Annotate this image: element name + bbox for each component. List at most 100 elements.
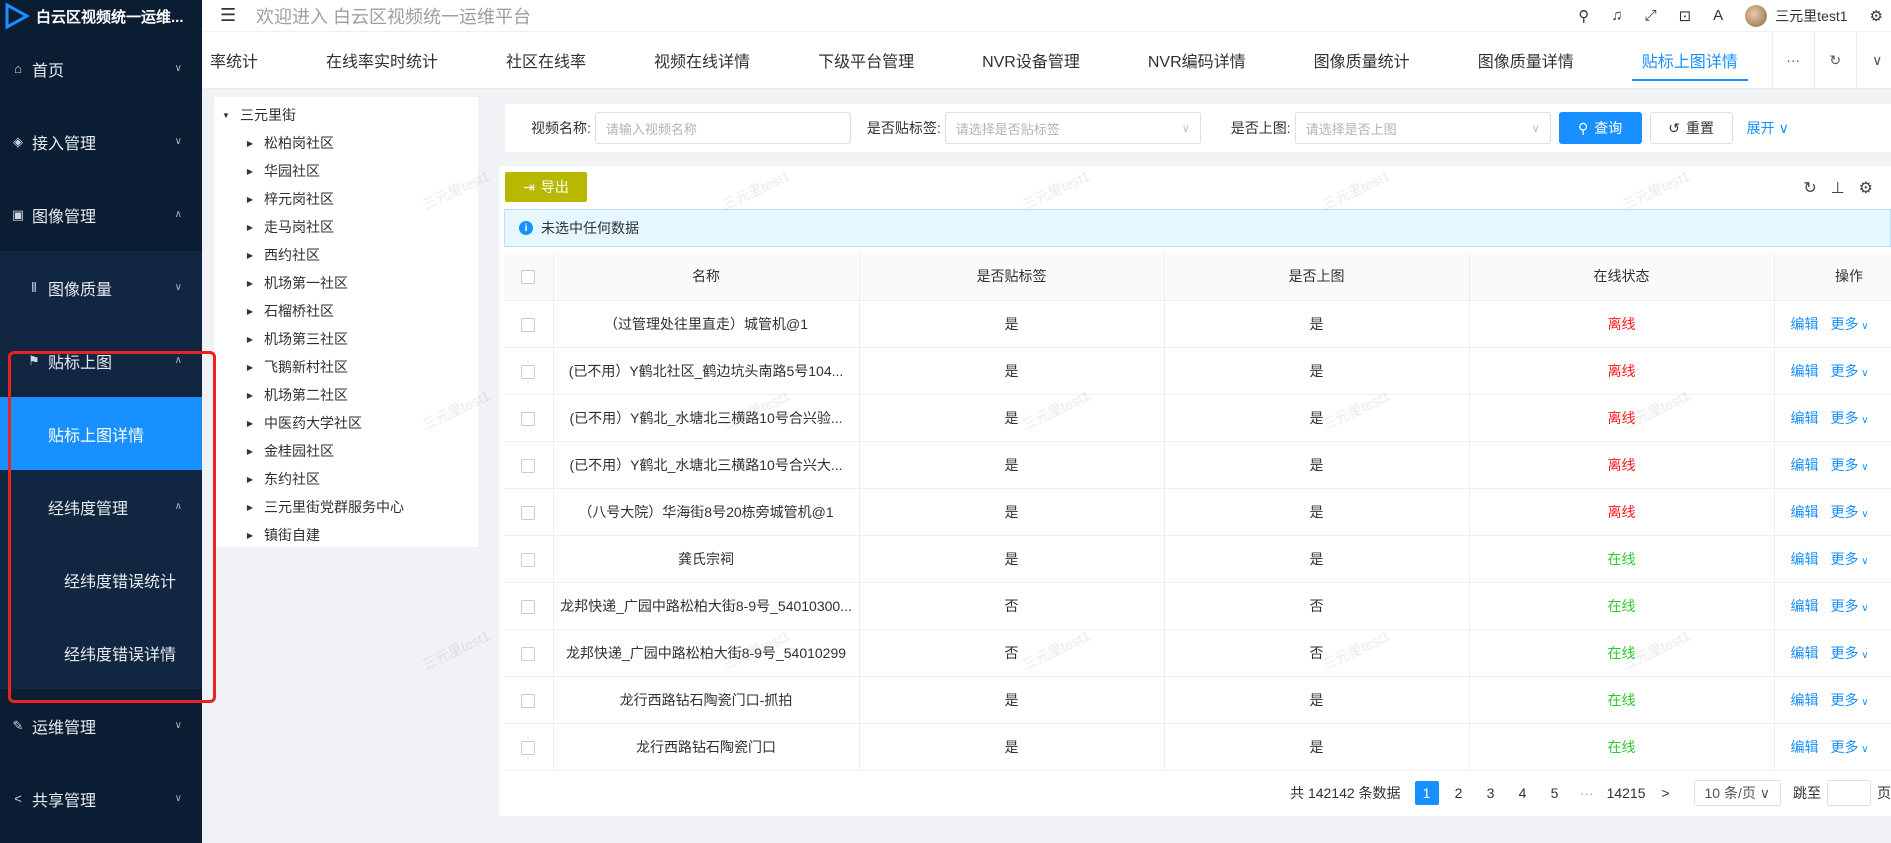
sidebar-item-image-quality[interactable]: ⦀ 图像质量 ∨ [0,251,202,324]
tree-node[interactable]: ▶ 东约社区 [214,465,478,493]
sidebar-item-latlng-mgmt[interactable]: 经纬度管理 ∧ [0,470,202,543]
gear-icon[interactable]: ⚙ [1870,7,1883,25]
next-page-button[interactable]: > [1654,781,1678,805]
query-button[interactable]: ⚲ 查询 [1558,112,1642,144]
page-ellipsis[interactable]: ··· [1575,781,1599,805]
table-row[interactable]: 龙行西路钻石陶瓷门口-抓拍是是在线 编辑 更多 ∨ [504,676,1891,724]
sidebar-item-tag-map[interactable]: ⚑ 贴标上图 ∧ [0,324,202,397]
sidebar-item-share[interactable]: < 共享管理 ∨ [0,762,202,835]
settings-icon[interactable]: ⚙ [1859,178,1873,198]
row-checkbox-cell[interactable] [504,676,554,724]
tab-tag-map-detail[interactable]: 贴标上图详情 [1608,32,1772,88]
table-row[interactable]: (已不用）Y鹤北社区_鹤边坑头南路5号104... 是是离线 编辑 更多 ∨ [504,347,1891,395]
row-checkbox[interactable] [521,646,536,661]
sidebar-item-latlng-error-stats[interactable]: 经纬度错误统计 [0,543,202,616]
more-link[interactable]: 更多 ∨ [1831,502,1869,522]
sidebar-item-image-mgmt[interactable]: ▣ 图像管理 ∧ [0,178,202,251]
expand-link[interactable]: 展开 ∨ [1747,118,1789,138]
tree-node[interactable]: ▶ 中医药大学社区 [214,409,478,437]
table-row[interactable]: 龙邦快递_广园中路松柏大街8-9号_54010299 否否在线 编辑 更多 ∨ [504,629,1891,677]
row-checkbox-cell[interactable] [504,300,554,348]
edit-link[interactable]: 编辑 [1791,361,1819,381]
tree-node[interactable]: ▶ 走马岗社区 [214,213,478,241]
more-link[interactable]: 更多 ∨ [1831,596,1869,616]
edit-link[interactable]: 编辑 [1791,502,1819,522]
tree-node[interactable]: ▶ 镇街自建 [214,521,478,549]
lock-icon[interactable]: ⊡ [1679,7,1692,25]
page-2[interactable]: 2 [1447,781,1471,805]
translate-icon[interactable]: A [1713,7,1723,24]
reset-button[interactable]: ↺ 重置 [1649,112,1733,144]
tab-sub-platform[interactable]: 下级平台管理 [784,32,948,88]
tab-nvr-encoding[interactable]: NVR编码详情 [1114,32,1280,88]
row-checkbox[interactable] [521,740,536,755]
table-row[interactable]: (已不用）Y鹤北_水塘北三横路10号合兴验... 是是离线 编辑 更多 ∨ [504,394,1891,442]
row-checkbox-cell[interactable] [504,582,554,630]
tab-rate-stats[interactable]: 率统计 [202,32,292,88]
sidebar-item-ops[interactable]: ✎ 运维管理 ∨ [0,689,202,762]
refresh-icon[interactable]: ↻ [1813,32,1856,88]
tree-node[interactable]: ▶ 机场第一社区 [214,269,478,297]
tab-image-quality-stats[interactable]: 图像质量统计 [1280,32,1444,88]
row-checkbox-cell[interactable] [504,723,554,771]
row-checkbox-cell[interactable] [504,629,554,677]
search-icon[interactable]: ⚲ [1578,7,1589,25]
row-checkbox[interactable] [521,317,536,332]
tree-node[interactable]: ▶ 西约社区 [214,241,478,269]
edit-link[interactable]: 编辑 [1791,408,1819,428]
tag-select[interactable]: 请选择是否贴标签 ∨ [944,112,1201,144]
page-last[interactable]: 14215 [1607,781,1646,805]
row-checkbox-cell[interactable] [504,488,554,536]
table-row[interactable]: （八号大院）华海街8号20栋旁城管机@1 是是离线 编辑 更多 ∨ [504,488,1891,536]
more-link[interactable]: 更多 ∨ [1831,549,1869,569]
edit-link[interactable]: 编辑 [1791,596,1819,616]
table-row[interactable]: (已不用）Y鹤北_水塘北三横路10号合兴大... 是是离线 编辑 更多 ∨ [504,441,1891,489]
edit-link[interactable]: 编辑 [1791,455,1819,475]
menu-toggle-icon[interactable]: ☰ [220,5,242,26]
row-checkbox[interactable] [521,505,536,520]
tab-nvr-device[interactable]: NVR设备管理 [948,32,1114,88]
select-all-checkbox-cell[interactable] [504,253,554,301]
tree-node-root[interactable]: ▼ 三元里街 [214,101,478,129]
row-checkbox[interactable] [521,599,536,614]
row-checkbox[interactable] [521,458,536,473]
bell-icon[interactable]: ♫ [1611,7,1622,24]
tab-video-online-detail[interactable]: 视频在线详情 [620,32,784,88]
sidebar-item-latlng-error-detail[interactable]: 经纬度错误详情 [0,616,202,689]
tab-image-quality-detail[interactable]: 图像质量详情 [1444,32,1608,88]
map-select[interactable]: 请选择是否上图 ∨ [1294,112,1551,144]
page-size-select[interactable]: 10 条/页 ∨ [1693,780,1781,806]
fullscreen-icon[interactable]: ⤢ [1645,7,1657,24]
row-checkbox-cell[interactable] [504,441,554,489]
more-link[interactable]: 更多 ∨ [1831,314,1869,334]
tab-more-button[interactable]: ··· [1771,32,1814,88]
column-height-icon[interactable]: ⊥ [1831,178,1845,198]
export-button[interactable]: ⇥ 导出 [505,172,587,202]
page-5[interactable]: 5 [1543,781,1567,805]
tree-node[interactable]: ▶ 石榴桥社区 [214,297,478,325]
row-checkbox-cell[interactable] [504,347,554,395]
more-link[interactable]: 更多 ∨ [1831,455,1869,475]
edit-link[interactable]: 编辑 [1791,549,1819,569]
page-1[interactable]: 1 [1414,781,1439,805]
refresh-icon[interactable]: ↻ [1803,178,1816,198]
sidebar-item-access[interactable]: ◈ 接入管理 ∨ [0,105,202,178]
tree-node[interactable]: ▶ 华园社区 [214,157,478,185]
edit-link[interactable]: 编辑 [1791,690,1819,710]
select-all-checkbox[interactable] [521,270,536,285]
edit-link[interactable]: 编辑 [1791,643,1819,663]
more-link[interactable]: 更多 ∨ [1831,408,1869,428]
table-row[interactable]: 龙行西路钻石陶瓷门口是是在线 编辑 更多 ∨ [504,723,1891,771]
row-checkbox-cell[interactable] [504,535,554,583]
tree-node[interactable]: ▶ 梓元岗社区 [214,185,478,213]
page-4[interactable]: 4 [1511,781,1535,805]
more-link[interactable]: 更多 ∨ [1831,737,1869,757]
tree-node[interactable]: ▶ 飞鹅新村社区 [214,353,478,381]
edit-link[interactable]: 编辑 [1791,737,1819,757]
row-checkbox[interactable] [521,552,536,567]
table-row[interactable]: （过管理处往里直走）城管机@1 是是离线 编辑 更多 ∨ [504,300,1891,348]
row-checkbox[interactable] [521,364,536,379]
jump-input[interactable] [1827,780,1871,806]
tree-node[interactable]: ▶ 机场第三社区 [214,325,478,353]
tab-community-online[interactable]: 社区在线率 [472,32,620,88]
